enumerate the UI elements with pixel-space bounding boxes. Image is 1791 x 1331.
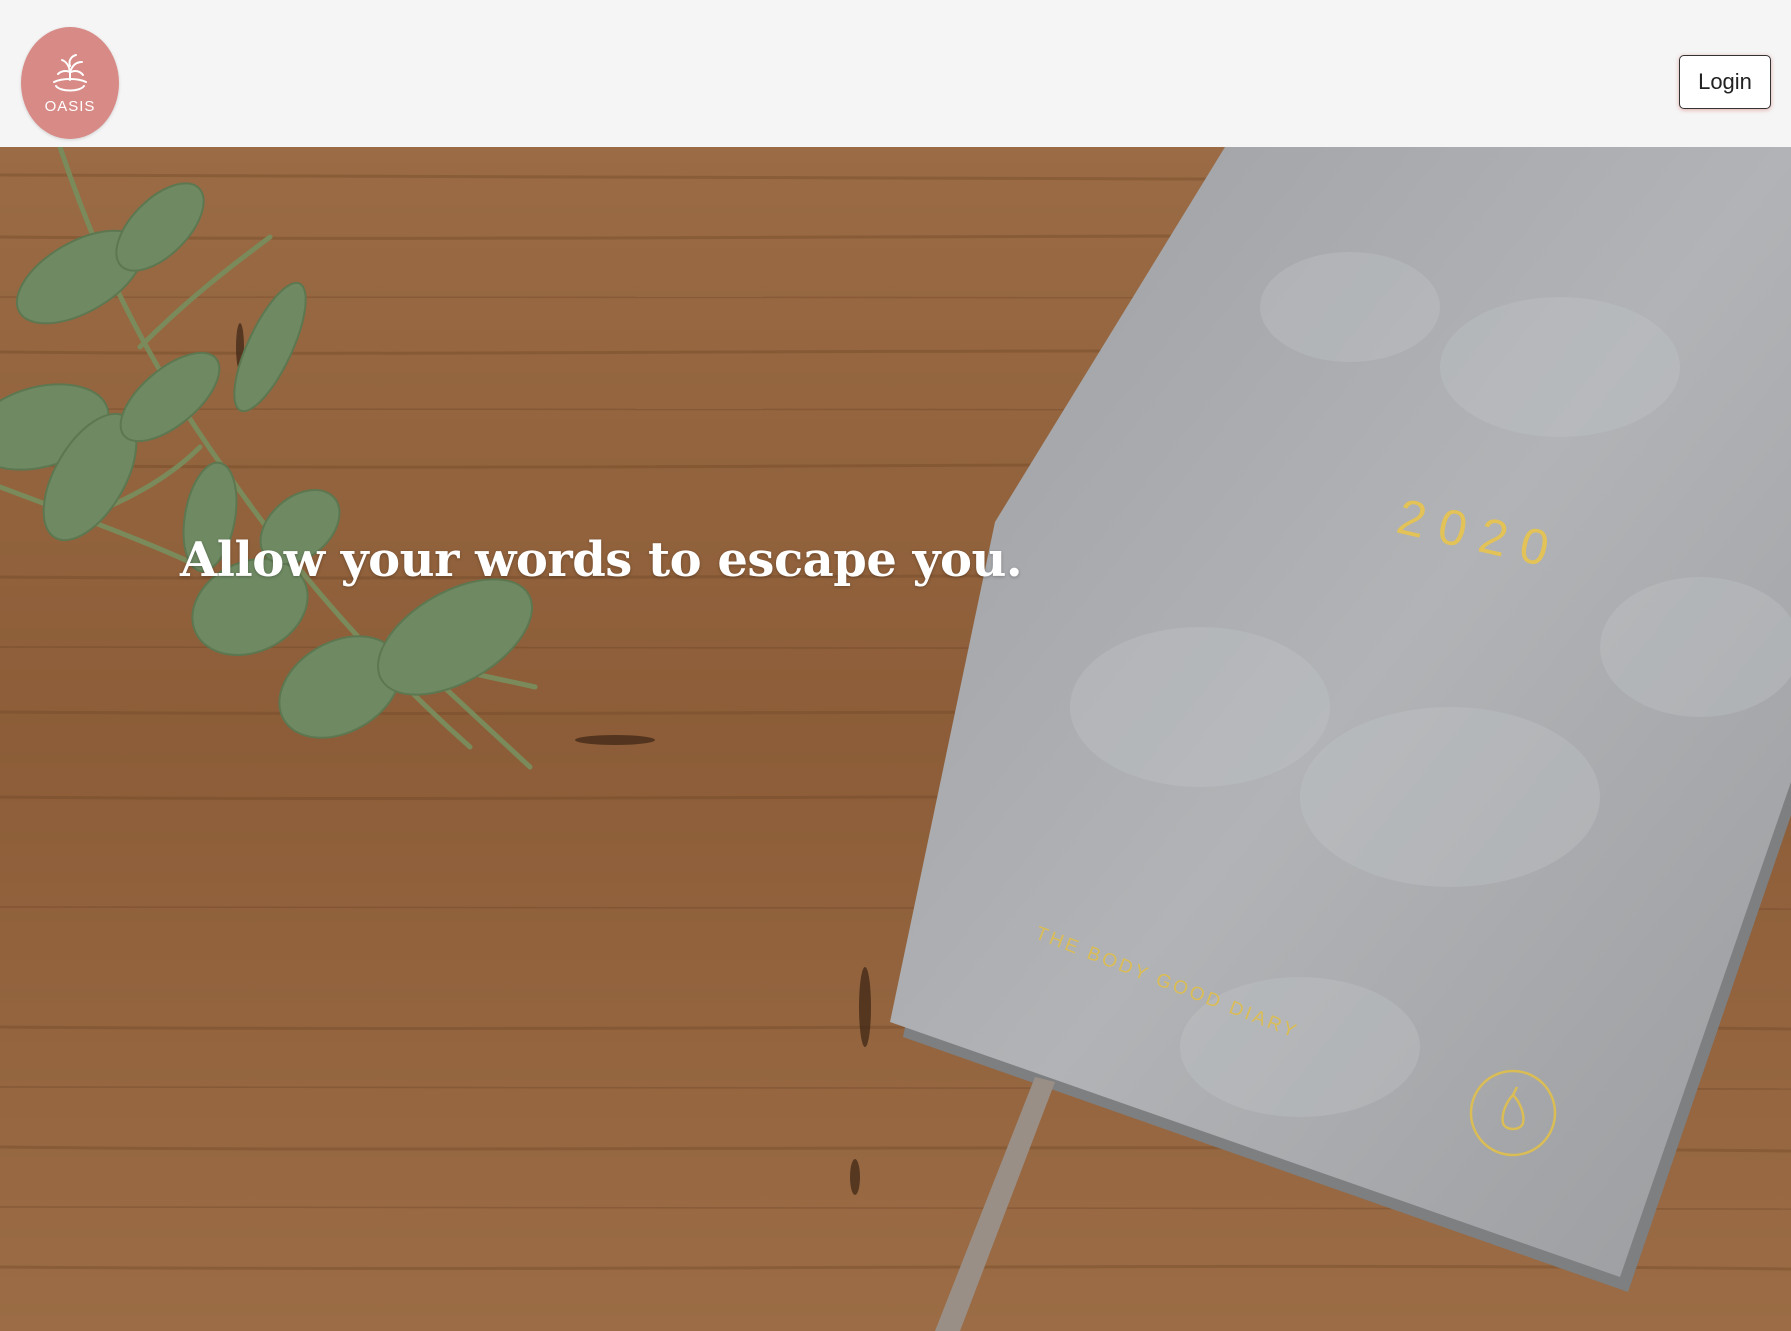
- top-navigation-bar: OASIS Login: [0, 0, 1791, 147]
- logo-text: OASIS: [44, 97, 96, 115]
- palm-island-icon: [53, 53, 87, 91]
- hero-headline: Allow your words to escape you.: [180, 532, 1023, 588]
- oasis-logo[interactable]: OASIS: [21, 27, 119, 139]
- pear-emblem-icon: [1469, 1069, 1557, 1157]
- hero-banner: Allow your words to escape you. 2020 THE…: [0, 147, 1791, 1331]
- login-button[interactable]: Login: [1679, 55, 1771, 109]
